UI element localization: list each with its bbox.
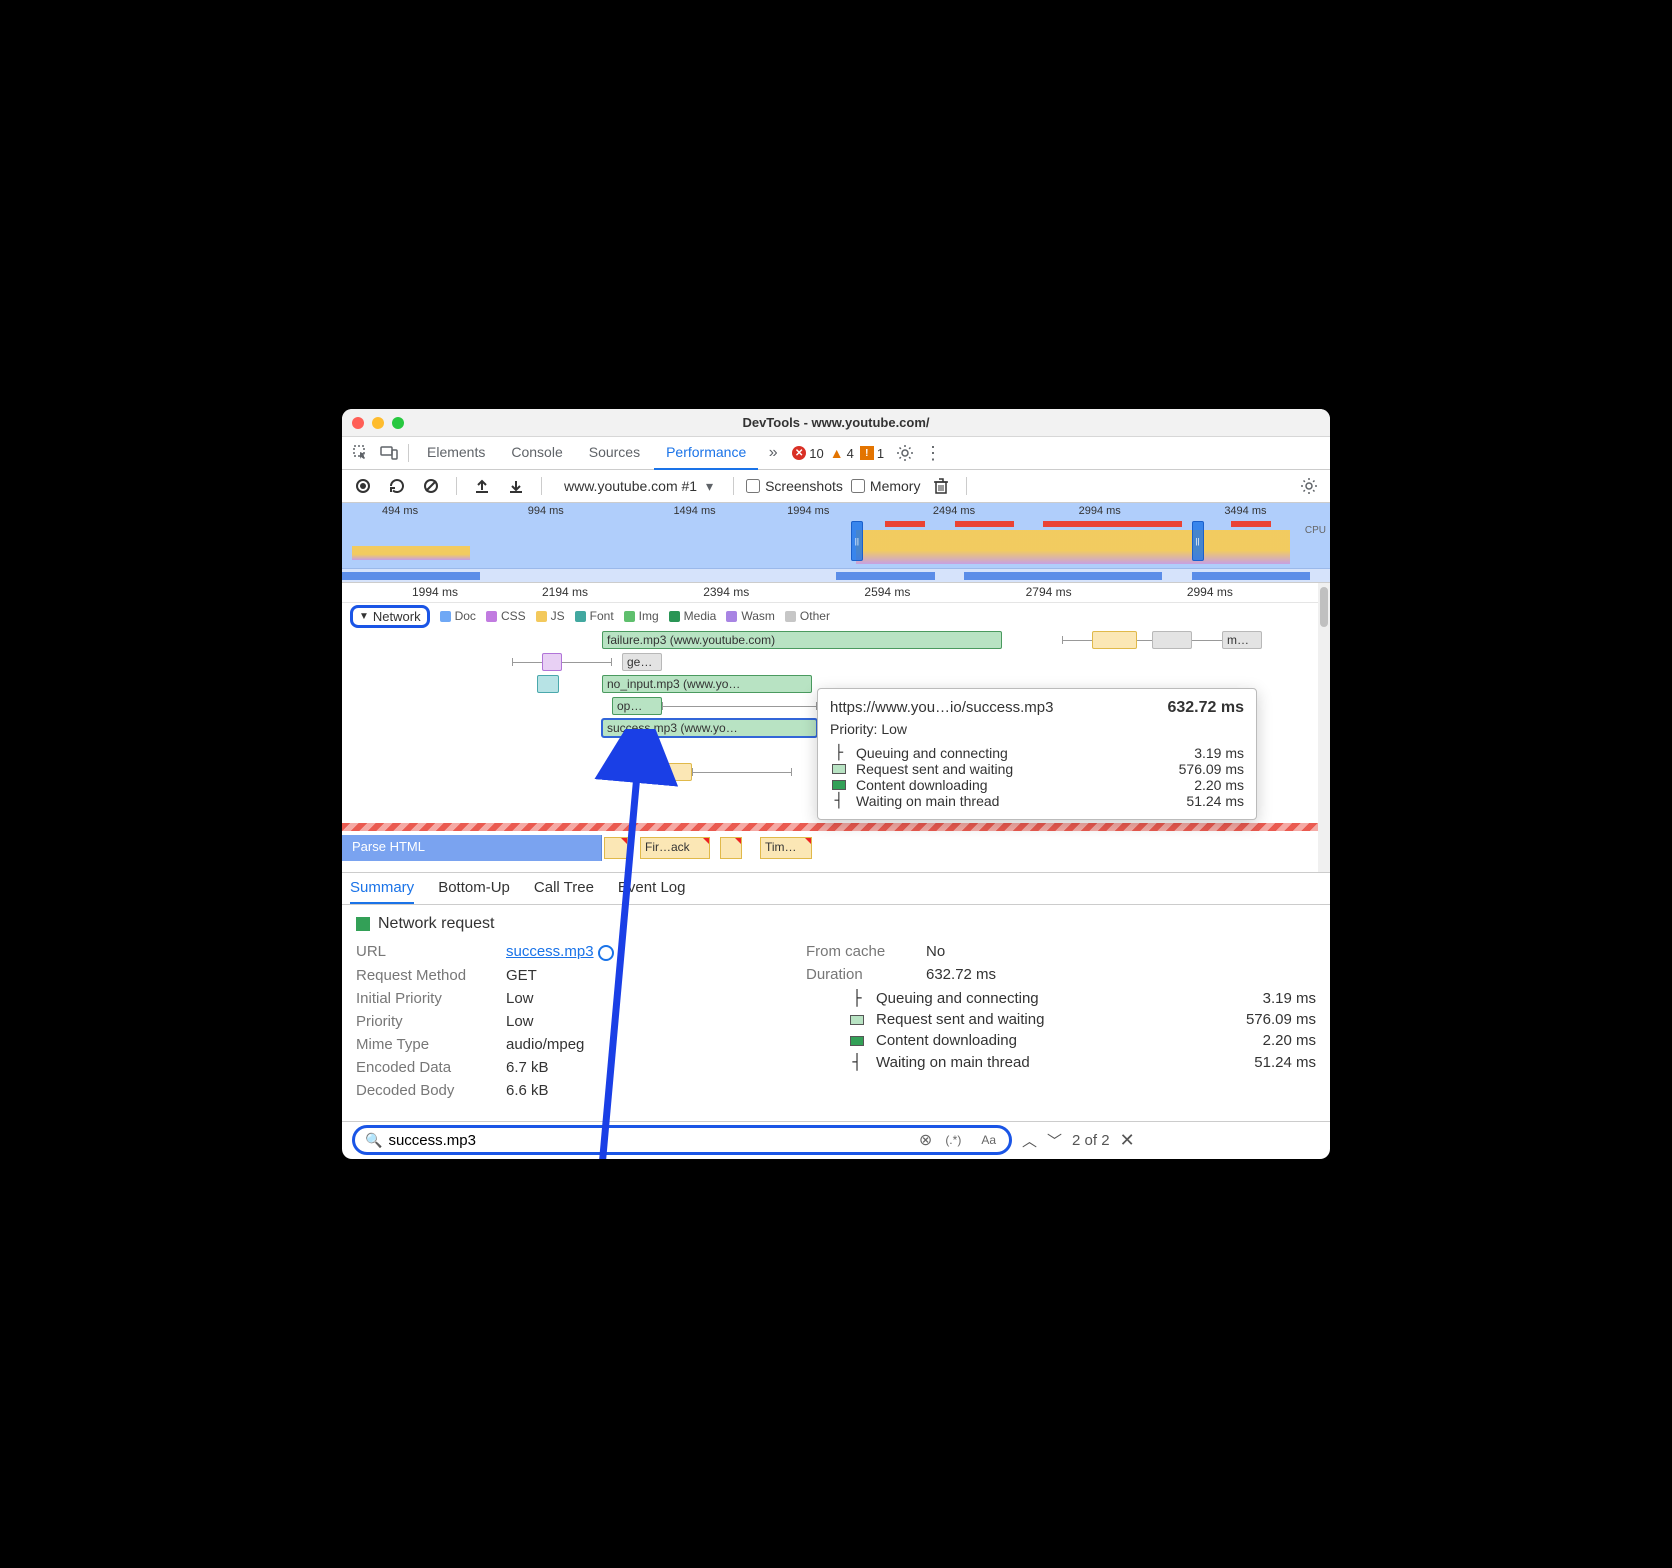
summary-url-link[interactable]: success.mp3 xyxy=(506,943,594,960)
search-next-icon[interactable]: ﹀ xyxy=(1047,1130,1062,1151)
summary-swatch-icon xyxy=(356,917,370,931)
download-icon[interactable] xyxy=(503,473,529,499)
maximize-window-button[interactable] xyxy=(392,417,404,429)
overview-handle-right[interactable]: || xyxy=(1192,521,1204,561)
summary-panel: Network request URLsuccess.mp3 Request M… xyxy=(342,905,1330,1120)
clear-search-icon[interactable]: ⊗ xyxy=(919,1130,932,1150)
tab-sources[interactable]: Sources xyxy=(577,437,652,470)
search-close-icon[interactable]: ✕ xyxy=(1120,1130,1135,1151)
dtab-summary[interactable]: Summary xyxy=(350,873,414,904)
upload-icon[interactable] xyxy=(469,473,495,499)
search-prev-icon[interactable]: ︿ xyxy=(1022,1130,1037,1151)
tab-console[interactable]: Console xyxy=(499,437,574,470)
search-count: 2 of 2 xyxy=(1072,1132,1110,1149)
case-toggle[interactable]: Aa xyxy=(974,1130,1003,1150)
network-tooltip: https://www.you…io/success.mp3 632.72 ms… xyxy=(817,688,1257,820)
devices-icon[interactable] xyxy=(376,440,402,466)
regex-toggle[interactable]: (.*) xyxy=(938,1130,968,1150)
overview-handle-left[interactable]: || xyxy=(851,521,863,561)
net-bar-op[interactable]: op… xyxy=(612,697,662,715)
search-icon: 🔍 xyxy=(365,1132,382,1149)
net-bar-failure[interactable]: failure.mp3 (www.youtube.com) xyxy=(602,631,1002,649)
settings-icon[interactable] xyxy=(892,440,918,466)
overview-timeline[interactable]: 494 ms 994 ms 1494 ms 1994 ms 2494 ms 29… xyxy=(342,503,1330,583)
dtab-bottom-up[interactable]: Bottom-Up xyxy=(438,873,510,904)
dtab-event-log[interactable]: Event Log xyxy=(618,873,686,904)
net-bar-noinput[interactable]: no_input.mp3 (www.yo… xyxy=(602,675,812,693)
main-block-tim[interactable]: Tim… xyxy=(760,837,812,859)
kebab-icon[interactable]: ⋮ xyxy=(920,440,946,466)
search-input-wrap: 🔍 ⊗ (.*) Aa xyxy=(352,1125,1012,1155)
net-bar-ge[interactable]: ge… xyxy=(622,653,662,671)
main-tabs: Elements Console Sources Performance » ✕… xyxy=(342,437,1330,470)
net-bar-success[interactable]: success.mp3 (www.yo… xyxy=(602,719,817,737)
close-window-button[interactable] xyxy=(352,417,364,429)
memory-checkbox[interactable]: Memory xyxy=(851,478,921,494)
tab-performance[interactable]: Performance xyxy=(654,437,758,470)
tab-elements[interactable]: Elements xyxy=(415,437,497,470)
detail-tabs: Summary Bottom-Up Call Tree Event Log xyxy=(342,873,1330,905)
capture-settings-icon[interactable] xyxy=(1296,473,1322,499)
search-input[interactable] xyxy=(388,1132,912,1149)
performance-toolbar: www.youtube.com #1 Screenshots Memory xyxy=(342,470,1330,503)
reveal-icon[interactable] xyxy=(598,945,614,961)
info-count: 1 xyxy=(877,446,884,461)
issues-badges[interactable]: ✕10 ▲4 !1 xyxy=(792,445,884,461)
titlebar: DevTools - www.youtube.com/ xyxy=(342,409,1330,437)
inspect-icon[interactable] xyxy=(348,440,374,466)
net-bar-desk[interactable]: desk… xyxy=(632,763,692,781)
network-section-toggle[interactable]: ▼Network xyxy=(350,605,430,628)
devtools-window: DevTools - www.youtube.com/ Elements Con… xyxy=(342,409,1330,1158)
window-title: DevTools - www.youtube.com/ xyxy=(342,415,1330,430)
search-bar: 🔍 ⊗ (.*) Aa ︿ ﹀ 2 of 2 ✕ xyxy=(342,1121,1330,1159)
flame-chart[interactable]: 1994 ms 2194 ms 2394 ms 2594 ms 2794 ms … xyxy=(342,583,1330,873)
net-bar-m[interactable]: m… xyxy=(1222,631,1262,649)
more-tabs-icon[interactable]: » xyxy=(760,440,786,466)
recording-select[interactable]: www.youtube.com #1 xyxy=(554,474,721,498)
main-track-label[interactable]: Parse HTML xyxy=(342,835,602,861)
minimize-window-button[interactable] xyxy=(372,417,384,429)
flame-scrollbar[interactable] xyxy=(1318,583,1330,872)
window-controls xyxy=(352,417,404,429)
error-count: 10 xyxy=(809,446,823,461)
reload-icon[interactable] xyxy=(384,473,410,499)
main-block-firack[interactable]: Fir…ack xyxy=(640,837,710,859)
clear-icon[interactable] xyxy=(418,473,444,499)
collect-garbage-icon[interactable] xyxy=(928,473,954,499)
dtab-call-tree[interactable]: Call Tree xyxy=(534,873,594,904)
screenshots-checkbox[interactable]: Screenshots xyxy=(746,478,843,494)
record-icon[interactable] xyxy=(350,473,376,499)
warning-count: 4 xyxy=(847,446,854,461)
